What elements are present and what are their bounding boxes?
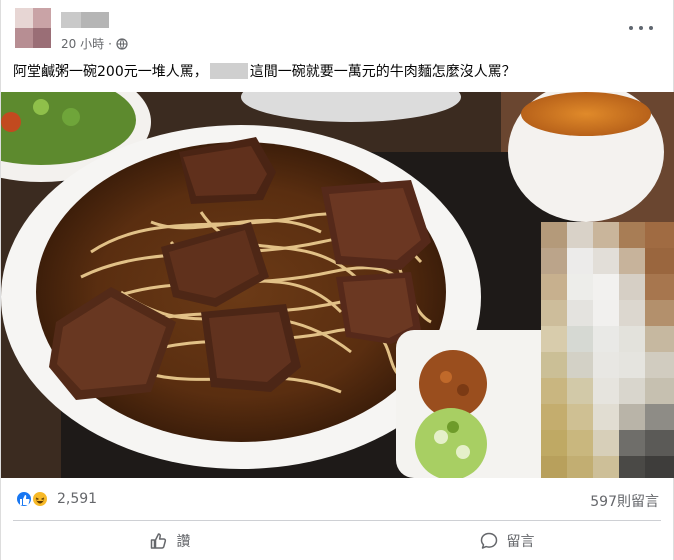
post-text-part2: 這間一碗就要一萬元的牛肉麵怎麼沒人罵？ <box>249 64 516 80</box>
beef-noodle-image <box>1 92 674 478</box>
post-actions: 讚 留言 <box>1 522 674 560</box>
meta-separator: · <box>108 36 112 51</box>
post-header: 20 小時 · <box>1 0 674 58</box>
post-text: 阿堂鹹粥一碗200元一堆人罵， 這間一碗就要一萬元的牛肉麵怎麼沒人罵？ <box>13 62 516 82</box>
haha-reaction-icon[interactable] <box>31 490 49 508</box>
more-options-icon[interactable] <box>629 20 653 36</box>
post-stats: 2,591 597則留言 <box>1 482 674 516</box>
globe-icon <box>116 37 128 50</box>
comment-button[interactable]: 留言 <box>338 522 674 560</box>
thumbs-up-icon <box>150 533 166 549</box>
comment-count[interactable]: 597則留言 <box>590 491 659 511</box>
redacted-name <box>209 63 248 79</box>
comment-icon <box>480 532 497 549</box>
facebook-post: 20 小時 · 阿堂鹹粥一碗200元一堆人罵， 這間一碗就要一萬元的牛肉麵怎麼沒人… <box>0 0 674 560</box>
like-button[interactable]: 讚 <box>1 522 338 560</box>
like-button-label: 讚 <box>176 534 191 550</box>
censored-region <box>541 222 674 478</box>
comment-button-label: 留言 <box>506 534 535 550</box>
author-name-redacted[interactable] <box>61 12 109 28</box>
post-photo[interactable] <box>1 92 674 478</box>
action-divider <box>13 520 661 521</box>
post-text-part1: 阿堂鹹粥一碗200元一堆人罵， <box>13 64 208 80</box>
post-timestamp[interactable]: 20 小時 <box>61 35 104 52</box>
reaction-count[interactable]: 2,591 <box>57 491 97 507</box>
avatar[interactable] <box>15 8 51 48</box>
post-meta: 20 小時 · <box>61 35 128 52</box>
